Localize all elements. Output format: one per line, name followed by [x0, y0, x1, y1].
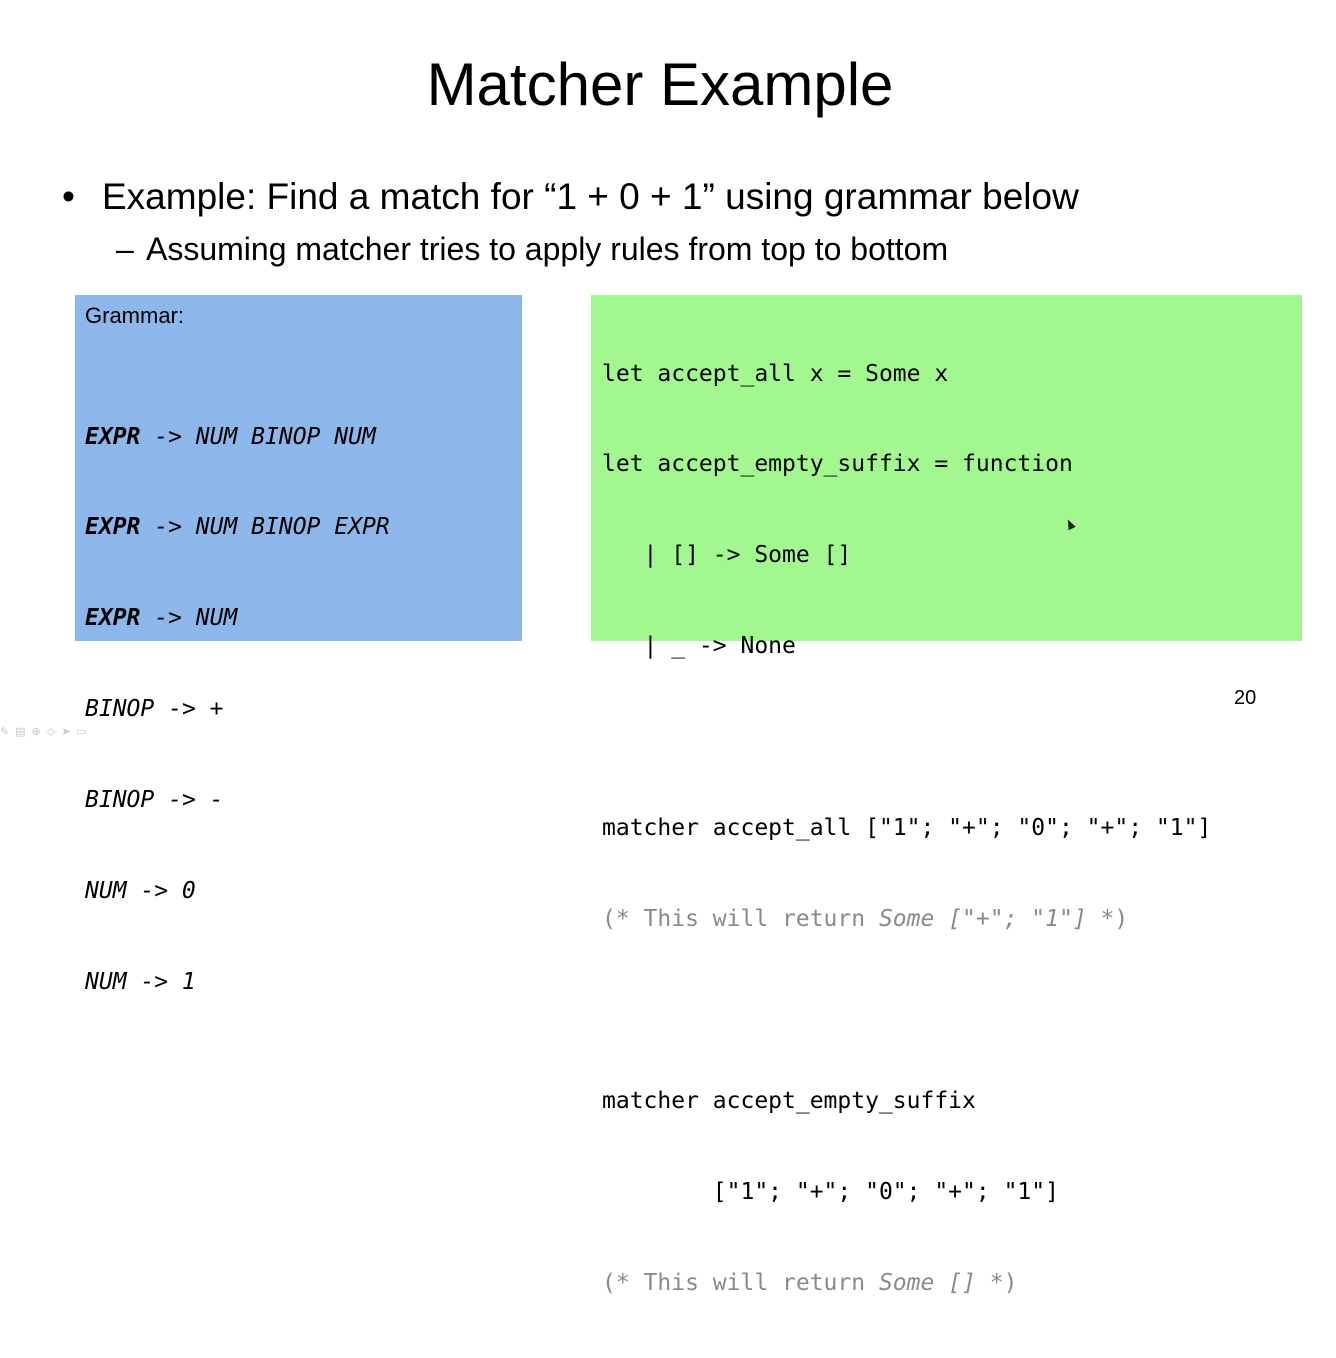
code-line: ["1"; "+"; "0"; "+"; "1"] — [602, 1178, 1059, 1205]
rule-rhs: -> 1 — [126, 968, 196, 995]
grammar-rule: EXPR -> NUM — [85, 603, 512, 633]
rule-lhs: BINOP — [85, 696, 155, 723]
grammar-rules: EXPR -> NUM BINOP NUM EXPR -> NUM BINOP … — [85, 361, 512, 1058]
code-box: let accept_all x = Some x let accept_emp… — [591, 295, 1302, 1296]
grammar-rule: EXPR -> NUM BINOP NUM — [85, 422, 512, 452]
rule-rhs: -> NUM — [140, 605, 238, 632]
grammar-box: Grammar: EXPR -> NUM BINOP NUM EXPR -> N… — [75, 295, 522, 995]
more-icon[interactable]: ▭ — [77, 725, 87, 738]
grammar-rule: NUM -> 1 — [85, 967, 512, 997]
grammar-rule: BINOP -> - — [85, 785, 512, 815]
comment-text: (* This will return — [602, 905, 879, 932]
sub-bullet-item: – Assuming matcher tries to apply rules f… — [116, 230, 948, 268]
bullet-dot-icon: • — [62, 176, 75, 217]
slide-title: Matcher Example — [426, 51, 894, 118]
grammar-rule: BINOP -> + — [85, 694, 512, 724]
rule-lhs: NUM — [85, 878, 127, 905]
comment-text: (* This will return — [602, 1269, 879, 1296]
grammar-rule: EXPR -> NUM BINOP EXPR — [85, 512, 512, 542]
code-line: let accept_all x = Some x — [602, 360, 949, 387]
page-number: 20 — [1234, 687, 1257, 709]
grammar-heading: Grammar: — [85, 303, 184, 328]
pointer-icon[interactable]: ➤ — [61, 725, 70, 738]
rule-lhs: EXPR — [85, 423, 141, 450]
grammar-rule: NUM -> 0 — [85, 876, 512, 906]
code-line: matcher accept_empty_suffix — [602, 1087, 976, 1114]
rule-rhs: -> + — [154, 696, 224, 723]
rule-rhs: -> NUM BINOP NUM — [140, 423, 376, 450]
rule-lhs: EXPR — [85, 514, 141, 541]
code-line: let accept_empty_suffix = function — [602, 451, 1073, 478]
code-line: | _ -> None — [602, 633, 796, 660]
code-comment: (* This will return Some ["+"; "1"] *) — [602, 904, 1291, 934]
highlighter-icon[interactable]: ◇ — [47, 725, 55, 738]
bullet-item: • Example: Find a match for “1 + 0 + 1” u… — [62, 175, 1079, 219]
dash-icon: – — [116, 231, 134, 267]
code-line: | [] -> Some [] — [602, 542, 852, 569]
code-block: let accept_all x = Some x let accept_emp… — [602, 298, 1291, 1358]
presentation-toolbar: ✎ ▤ ⊕ ◇ ➤ ▭ — [0, 724, 130, 738]
comment-italic: Some [] — [878, 1269, 976, 1296]
comment-end: *) — [1086, 905, 1129, 932]
code-comment: (* This will return Some [] *) — [602, 1268, 1291, 1298]
bullet-text: Example: Find a match for “1 + 0 + 1” us… — [102, 176, 1079, 217]
sub-bullet-text: Assuming matcher tries to apply rules fr… — [146, 231, 949, 267]
comment-italic: Some ["+"; "1"] — [878, 905, 1087, 932]
rule-lhs: BINOP — [85, 787, 155, 814]
comment-end: *) — [975, 1269, 1018, 1296]
slides-icon[interactable]: ▤ — [15, 725, 25, 738]
rule-rhs: -> - — [154, 787, 224, 814]
rule-rhs: -> 0 — [126, 878, 196, 905]
rule-lhs: EXPR — [85, 605, 141, 632]
rule-rhs: -> NUM BINOP EXPR — [140, 514, 390, 541]
zoom-icon[interactable]: ⊕ — [32, 725, 41, 738]
rule-lhs: NUM — [85, 968, 127, 995]
pen-icon[interactable]: ✎ — [0, 725, 9, 738]
code-line: matcher accept_all ["1"; "+"; "0"; "+"; … — [602, 815, 1212, 842]
